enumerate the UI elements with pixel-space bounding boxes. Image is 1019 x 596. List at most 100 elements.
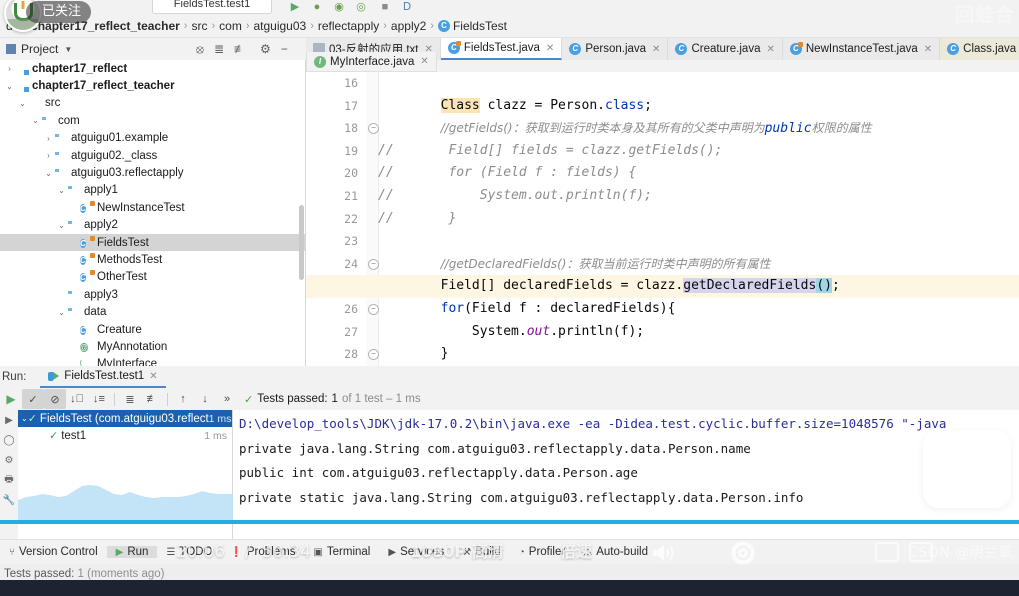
status-bar-item-auto-build[interactable]: ⚠ Auto-build — [574, 546, 657, 558]
tree-item-atguigu03-reflectapply[interactable]: ⌄ atguigu03.reflectapply — [0, 164, 305, 181]
stop-icon[interactable]: ■ — [378, 0, 392, 14]
close-icon[interactable]: ✕ — [652, 44, 660, 55]
breadcrumb-item-apply2[interactable]: apply2 — [391, 19, 426, 33]
status-bar-item-problems[interactable]: ❗ Problems — [221, 546, 304, 558]
code-line[interactable]: for(Field f : declaredFields){ — [378, 298, 676, 321]
tree-item-chapter17-reflect[interactable]: › chapter17_reflect — [0, 60, 305, 77]
more-icon[interactable]: » — [216, 389, 238, 409]
chevron-down-icon[interactable]: ⌄ — [4, 82, 15, 91]
print-icon[interactable]: 🖶 — [0, 470, 18, 490]
expand-all-icon[interactable]: ≣ — [214, 42, 224, 56]
console-line[interactable]: D:\develop_tools\JDK\jdk-17.0.2\bin\java… — [239, 416, 946, 431]
profile-icon[interactable]: ◎ — [354, 0, 368, 14]
tree-item-creature[interactable]: C Creature — [0, 321, 305, 338]
breadcrumb-item-atguigu03[interactable]: atguigu03 — [253, 19, 306, 33]
tree-item-apply3[interactable]: apply3 — [0, 286, 305, 303]
breadcrumb-item-src[interactable]: src — [191, 19, 207, 33]
tree-item-chapter17-reflect-teacher[interactable]: ⌄ chapter17_reflect_teacher — [0, 77, 305, 94]
test-row-test1[interactable]: ✓ test1 1 ms — [18, 427, 232, 444]
expand-all-icon[interactable]: ≣ — [119, 389, 141, 409]
status-bar-item-profiler[interactable]: ◔ Profiler — [510, 546, 574, 558]
tree-item-src[interactable]: ⌄ src — [0, 95, 305, 112]
chevron-down-icon[interactable]: ▼ — [64, 45, 72, 54]
code-line[interactable]: Field[] declaredFields = clazz.getDeclar… — [378, 275, 840, 298]
editor-tab-class-java[interactable]: CClass.java✕ — [940, 38, 1019, 60]
toggle-icon[interactable]: ◯ — [0, 430, 18, 450]
status-bar-item-build[interactable]: ⚒ Build — [453, 546, 510, 558]
code-content[interactable]: Class clazz = Person.class; //getFields(… — [378, 72, 1019, 366]
editor-tab-bar-row2[interactable]: I MyInterface.java ✕ — [306, 52, 556, 72]
tree-item-newinstancetest[interactable]: C NewInstanceTest — [0, 199, 305, 216]
debug-icon[interactable]: ● — [310, 0, 324, 14]
tree-item-methodstest[interactable]: C MethodsTest — [0, 251, 305, 268]
hide-icon[interactable]: − — [281, 42, 288, 56]
console-line[interactable]: private static java.lang.String com.atgu… — [239, 490, 803, 505]
editor-tab-person-java[interactable]: C Person.java ✕ — [562, 38, 669, 60]
status-bar-item-services[interactable]: ▶ Services — [379, 546, 453, 558]
test-row-fieldstest-com-atguigu03[interactable]: ⌄ ✓ FieldsTest (com.atguigu03.reflect 1 ms — [18, 410, 232, 427]
code-line[interactable]: // System.out.println(f); — [378, 185, 652, 208]
tree-item-com[interactable]: ⌄ com — [0, 112, 305, 129]
breadcrumb-item-com[interactable]: com — [219, 19, 242, 33]
breadcrumb-item-fieldstest[interactable]: C FieldsTest — [437, 19, 507, 33]
chevron-down-icon[interactable]: ⌄ — [21, 414, 28, 423]
coverage-icon[interactable]: ◉ — [332, 0, 346, 14]
status-bar-item-run[interactable]: ▶ Run — [106, 546, 158, 558]
settings-icon[interactable]: ⚙ — [260, 42, 271, 56]
code-line[interactable]: } — [378, 343, 449, 366]
next-failed-icon[interactable]: ↓ — [194, 389, 216, 409]
chevron-right-icon[interactable]: › — [43, 134, 54, 143]
editor-tab-creature-java[interactable]: C Creature.java ✕ — [668, 38, 783, 60]
editor-tab-myinterface[interactable]: I MyInterface.java ✕ — [306, 52, 437, 72]
breadcrumb-item-chapter17-reflect-teacher[interactable]: chapter17_reflect_teacher — [31, 19, 180, 33]
tree-item-myannotation[interactable]: @ MyAnnotation — [0, 338, 305, 355]
code-line[interactable]: //getFields()：获取到运行时类本身及其所有的父类中声明为public… — [378, 117, 872, 140]
breadcrumb-item-reflectapply[interactable]: reflectapply — [318, 19, 379, 33]
chevron-down-icon[interactable]: ⌄ — [56, 308, 67, 317]
hide-ignored-icon[interactable]: ⊘ — [44, 389, 66, 409]
close-icon[interactable]: ✕ — [766, 44, 774, 55]
tree-item-othertest[interactable]: C OtherTest — [0, 269, 305, 286]
code-line[interactable]: Class clazz = Person.class; — [378, 95, 652, 118]
close-icon[interactable]: ✕ — [420, 56, 428, 67]
run-icon[interactable]: ▶ — [288, 0, 302, 14]
chevron-right-icon[interactable]: › — [4, 64, 15, 73]
rerun-icon[interactable]: ▶ — [0, 389, 22, 409]
prev-failed-icon[interactable]: ↑ — [172, 389, 194, 409]
project-tree[interactable]: › chapter17_reflect ⌄ chapter17_reflect_tea… — [0, 60, 306, 366]
locate-icon[interactable]: ⦻ — [196, 42, 204, 57]
run-panel-toolbar[interactable]: ▶ ✓ ⊘ ↓᳥ ↓≡ ≣ ≢ ↑ ↓ » ✓ Tests passed: 1 … — [0, 388, 1019, 410]
tree-item-myinterface[interactable]: I MyInterface — [0, 356, 305, 366]
code-editor[interactable]: 16171819202122232425262728 −−−− Class cl… — [306, 72, 1019, 366]
close-icon[interactable]: ✕ — [149, 371, 157, 382]
tree-item-apply1[interactable]: ⌄ apply1 — [0, 182, 305, 199]
editor-gutter[interactable]: 16171819202122232425262728 — [306, 72, 367, 366]
status-bar-item-terminal[interactable]: ▣ Terminal — [304, 546, 379, 558]
tree-item-data[interactable]: ⌄ data — [0, 303, 305, 320]
filter-icon[interactable]: ⚙ — [0, 450, 18, 470]
chevron-down-icon[interactable]: ⌄ — [56, 221, 67, 230]
editor-tab-newinstancetest-java[interactable]: C NewInstanceTest.java ✕ — [782, 38, 941, 60]
test-results-tree[interactable]: ⌄ ✓ FieldsTest (com.atguigu03.reflect 1 ms ✓… — [18, 410, 233, 540]
status-bar[interactable]: ⑂ Version Control ▶ Run ☰ TODO ❗ Problems ▣ Termi… — [0, 539, 1019, 564]
wrench-icon[interactable]: 🔧 — [0, 490, 18, 510]
collapse-all-icon[interactable]: ≢ — [141, 389, 163, 409]
code-line[interactable]: System.out.println(f); — [378, 321, 644, 344]
tree-item-apply2[interactable]: ⌄ apply2 — [0, 217, 305, 234]
sort-duration-icon[interactable]: ↓≡ — [88, 389, 110, 409]
tree-item-atguigu02-class[interactable]: › atguigu02._class — [0, 147, 305, 164]
run-tab-fieldstest[interactable]: FieldsTest.test1 ✕ — [40, 366, 166, 388]
collapse-all-icon[interactable]: ≢ — [234, 42, 246, 56]
console-line[interactable]: public int com.atguigu03.reflectapply.da… — [239, 465, 638, 480]
run-configuration-selector[interactable]: FieldsTest.test1 — [152, 0, 272, 14]
close-icon[interactable]: ✕ — [924, 44, 932, 55]
code-line[interactable]: //getDeclaredFields()：获取当前运行时类中声明的所有属性 — [378, 253, 771, 276]
sidebar-scrollbar[interactable] — [299, 205, 304, 280]
translate-icon[interactable]: Ｄ — [400, 0, 414, 14]
tree-item-fieldstest[interactable]: C FieldsTest — [0, 233, 305, 252]
chevron-down-icon[interactable]: ⌄ — [56, 186, 67, 195]
show-passed-icon[interactable]: ✓ — [22, 389, 44, 409]
status-bar-item-todo[interactable]: ☰ TODO — [157, 546, 221, 558]
code-line[interactable]: // Field[] fields = clazz.getFields(); — [378, 140, 722, 163]
code-line[interactable]: // for (Field f : fields) { — [378, 162, 636, 185]
